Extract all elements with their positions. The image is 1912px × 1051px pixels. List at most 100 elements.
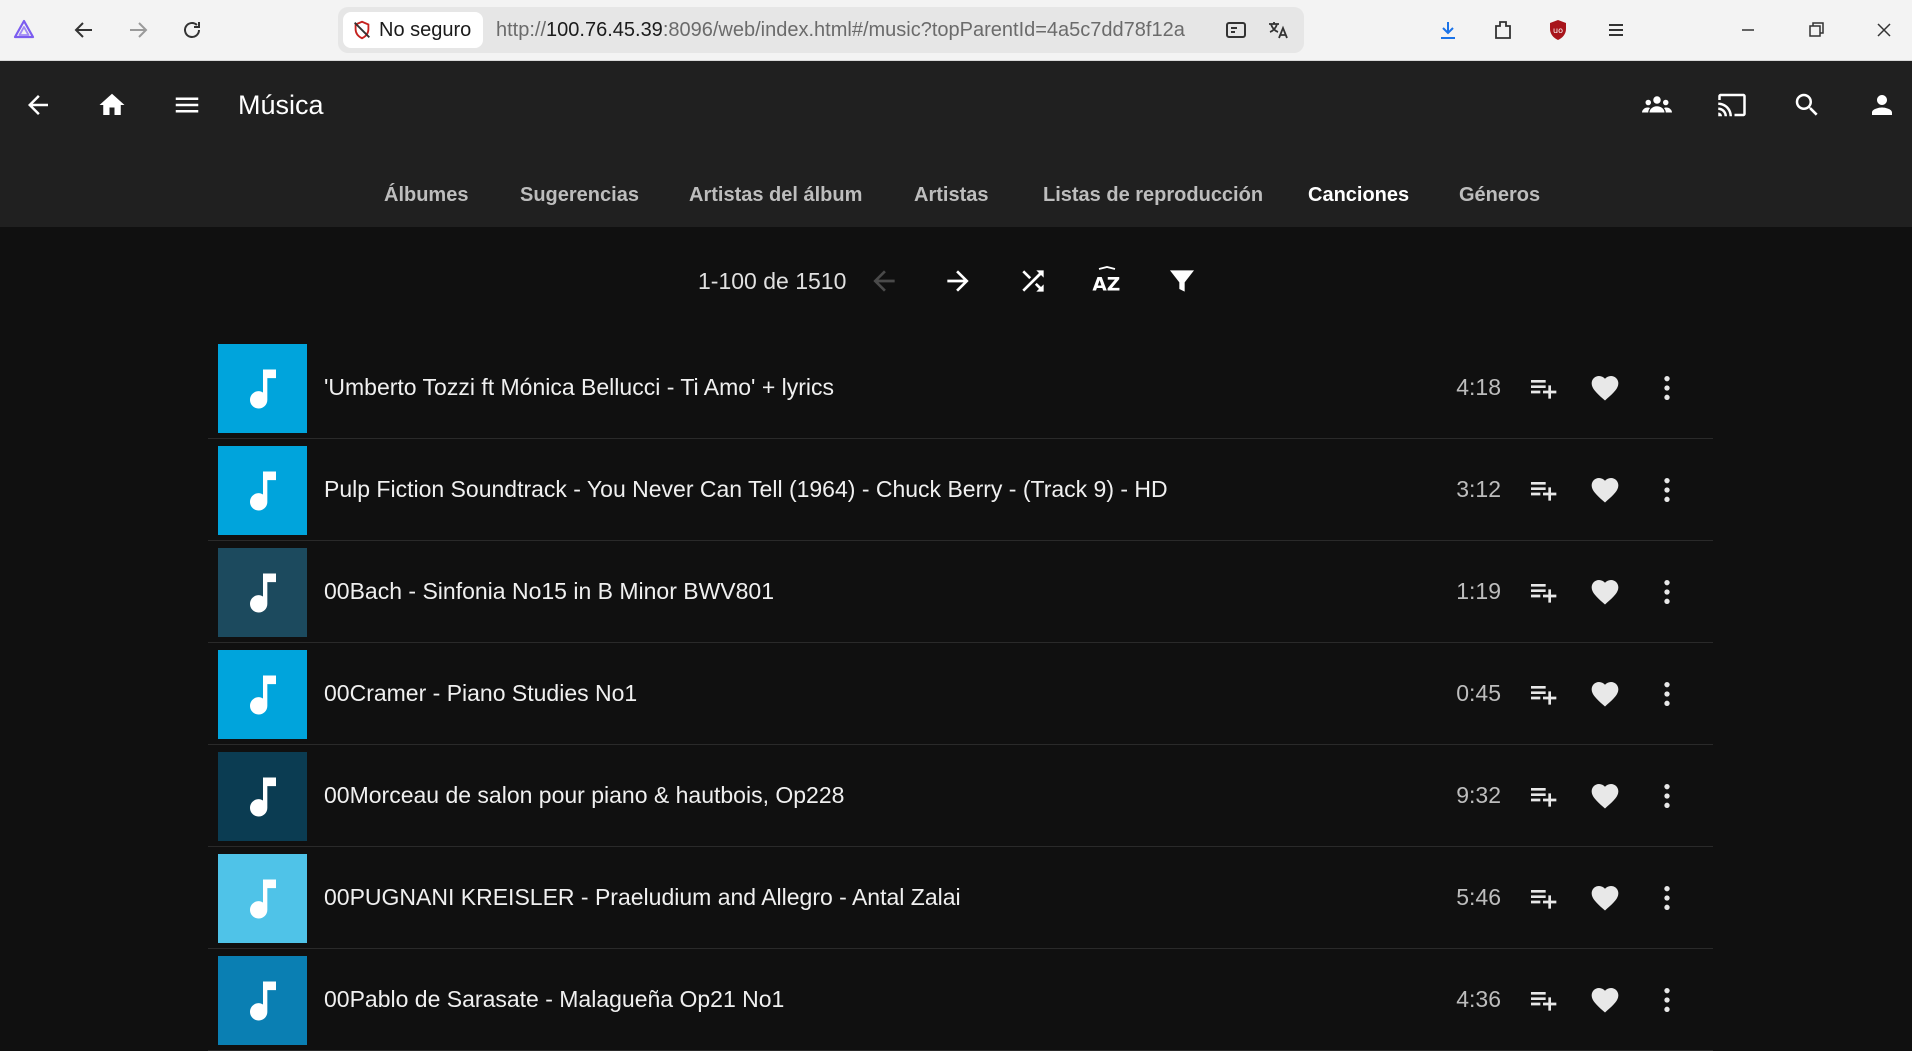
browser-logo-icon[interactable] — [6, 12, 42, 48]
translate-icon[interactable] — [1264, 16, 1292, 44]
favorite-button[interactable] — [1583, 468, 1627, 512]
favorite-button[interactable] — [1583, 366, 1627, 410]
tab-album-artists[interactable]: Artistas del álbum — [689, 163, 862, 227]
heart-icon — [1591, 376, 1619, 401]
song-thumbnail[interactable] — [218, 752, 307, 841]
ublock-icon[interactable]: uo — [1540, 12, 1576, 48]
search-button[interactable] — [1783, 81, 1831, 129]
add-to-playlist-button[interactable] — [1521, 978, 1565, 1022]
back-button[interactable] — [14, 81, 62, 129]
favorite-button[interactable] — [1583, 774, 1627, 818]
song-title[interactable]: 00PUGNANI KREISLER - Praeludium and Alle… — [324, 880, 961, 914]
playlist-add-icon — [1531, 992, 1557, 1011]
browser-reload-icon[interactable] — [174, 12, 210, 48]
song-duration: 5:46 — [1456, 884, 1501, 910]
playlist-add-icon — [1531, 788, 1557, 807]
add-to-playlist-button[interactable] — [1521, 468, 1565, 512]
url-text[interactable]: http://100.76.45.39:8096/web/index.html#… — [496, 7, 1210, 53]
next-page-button[interactable] — [936, 259, 980, 303]
syncplay-button[interactable] — [1633, 81, 1681, 129]
favorite-button[interactable] — [1583, 876, 1627, 920]
song-thumbnail[interactable] — [218, 446, 307, 535]
song-thumbnail[interactable] — [218, 956, 307, 1045]
tab-songs[interactable]: Canciones — [1308, 163, 1409, 227]
song-row[interactable]: 00Morceau de salon pour piano & hautbois… — [208, 745, 1713, 847]
tab-playlists[interactable]: Listas de reproducción — [1043, 163, 1263, 227]
app-header: Música Álbumes Sugerencias Artistas del … — [0, 61, 1912, 227]
security-label: No seguro — [379, 18, 472, 41]
song-duration: 3:12 — [1456, 476, 1501, 502]
more-options-button[interactable] — [1645, 774, 1689, 818]
more-options-button[interactable] — [1645, 366, 1689, 410]
song-thumbnail[interactable] — [218, 344, 307, 433]
security-indicator[interactable]: No seguro — [343, 12, 484, 48]
song-title[interactable]: 00Morceau de salon pour piano & hautbois… — [324, 778, 844, 812]
music-note-icon — [249, 675, 276, 714]
song-title[interactable]: 00Cramer - Piano Studies No1 — [324, 676, 637, 710]
downloads-icon[interactable] — [1430, 12, 1466, 48]
heart-icon — [1591, 580, 1619, 605]
arrow-back-icon — [873, 270, 895, 292]
more-options-button[interactable] — [1645, 876, 1689, 920]
add-to-playlist-button[interactable] — [1521, 876, 1565, 920]
browser-menu-icon[interactable] — [1598, 12, 1634, 48]
browser-back-icon[interactable] — [66, 12, 102, 48]
song-row[interactable]: 'Umberto Tozzi ft Mónica Bellucci - Ti A… — [208, 337, 1713, 439]
person-icon — [1872, 95, 1892, 115]
song-row[interactable]: 00Cramer - Piano Studies No1 0:45 — [208, 643, 1713, 745]
song-title[interactable]: Pulp Fiction Soundtrack - You Never Can … — [324, 472, 1168, 506]
url-host: 100.76.45.39 — [546, 19, 663, 41]
music-note-icon — [249, 879, 276, 918]
song-duration: 1:19 — [1456, 578, 1501, 604]
song-title[interactable]: 00Pablo de Sarasate - Malagueña Op21 No1 — [324, 982, 784, 1016]
sort-button[interactable]: AZ — [1085, 259, 1129, 303]
cast-button[interactable] — [1708, 81, 1756, 129]
svg-text:uo: uo — [1553, 26, 1563, 35]
more-options-button[interactable] — [1645, 978, 1689, 1022]
filter-button[interactable] — [1160, 259, 1204, 303]
url-rest: :8096/web/index.html#/music?topParentId=… — [662, 19, 1185, 41]
song-thumbnail[interactable] — [218, 854, 307, 943]
tab-albums[interactable]: Álbumes — [384, 163, 468, 227]
previous-page-button[interactable] — [862, 259, 906, 303]
favorite-button[interactable] — [1583, 570, 1627, 614]
browser-forward-icon[interactable] — [120, 12, 156, 48]
minimize-icon[interactable] — [1730, 12, 1766, 48]
add-to-playlist-button[interactable] — [1521, 366, 1565, 410]
more-options-button[interactable] — [1645, 570, 1689, 614]
reader-view-icon[interactable] — [1222, 16, 1250, 44]
home-button[interactable] — [88, 81, 136, 129]
restore-icon[interactable] — [1798, 12, 1834, 48]
song-thumbnail[interactable] — [218, 548, 307, 637]
shuffle-button[interactable] — [1011, 259, 1055, 303]
menu-button[interactable] — [163, 81, 211, 129]
tab-genres[interactable]: Géneros — [1459, 163, 1540, 227]
tab-suggestions[interactable]: Sugerencias — [520, 163, 639, 227]
add-to-playlist-button[interactable] — [1521, 672, 1565, 716]
song-title[interactable]: 00Bach - Sinfonia No15 in B Minor BWV801 — [324, 574, 774, 608]
address-bar[interactable]: No seguro http://100.76.45.39:8096/web/i… — [338, 7, 1304, 53]
more-vert-icon — [1664, 478, 1670, 502]
song-title[interactable]: 'Umberto Tozzi ft Mónica Bellucci - Ti A… — [324, 370, 834, 404]
more-options-button[interactable] — [1645, 468, 1689, 512]
extensions-icon[interactable] — [1485, 12, 1521, 48]
heart-icon — [1591, 682, 1619, 707]
song-duration: 0:45 — [1456, 680, 1501, 706]
user-button[interactable] — [1858, 81, 1906, 129]
favorite-button[interactable] — [1583, 978, 1627, 1022]
close-icon[interactable] — [1866, 12, 1902, 48]
add-to-playlist-button[interactable] — [1521, 774, 1565, 818]
search-icon — [1795, 93, 1818, 116]
music-note-icon — [249, 471, 276, 510]
tab-artists[interactable]: Artistas — [914, 163, 988, 227]
add-to-playlist-button[interactable] — [1521, 570, 1565, 614]
song-row[interactable]: 00Bach - Sinfonia No15 in B Minor BWV801… — [208, 541, 1713, 643]
heart-icon — [1591, 988, 1619, 1013]
favorite-button[interactable] — [1583, 672, 1627, 716]
song-row[interactable]: Pulp Fiction Soundtrack - You Never Can … — [208, 439, 1713, 541]
song-row[interactable]: 00Pablo de Sarasate - Malagueña Op21 No1… — [208, 949, 1713, 1051]
page-title: Música — [238, 90, 324, 120]
more-options-button[interactable] — [1645, 672, 1689, 716]
song-row[interactable]: 00PUGNANI KREISLER - Praeludium and Alle… — [208, 847, 1713, 949]
song-thumbnail[interactable] — [218, 650, 307, 739]
